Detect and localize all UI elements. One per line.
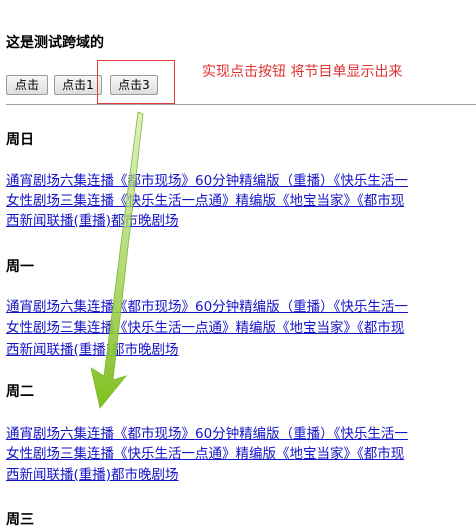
program-link[interactable]: 女性剧场三集连播《快乐生活一点通》精编版《地宝当家》《都市现 [6, 444, 476, 464]
click-1-button[interactable]: 点击1 [54, 75, 102, 95]
program-link[interactable]: 西新闻联播(重播)都市晚剧场 [6, 211, 476, 231]
page-heading: 这是测试跨域的 [6, 35, 104, 51]
program-link[interactable]: 女性剧场三集连播《快乐生活一点通》精编版《地宝当家》《都市现 [6, 191, 476, 211]
day-title-sunday: 周日 [6, 132, 34, 148]
page: 这是测试跨域的 点击 点击1 点击3 实现点击按钮 将节目单显示出来 周日 通宵… [0, 0, 476, 530]
program-link[interactable]: 女性剧场三集连播《快乐生活一点通》精编版《地宝当家》《都市现 [6, 318, 476, 338]
program-link[interactable]: 通宵剧场六集连播《都市现场》60分钟精编版（重播）《快乐生活一 [6, 171, 476, 191]
program-link[interactable]: 西新闻联播(重播)都市晚剧场 [6, 465, 476, 485]
click-button[interactable]: 点击 [6, 75, 48, 95]
program-link[interactable]: 通宵剧场六集连播《都市现场》60分钟精编版（重播）《快乐生活一 [6, 297, 476, 317]
program-link[interactable]: 通宵剧场六集连播《都市现场》60分钟精编版（重播）《快乐生活一 [6, 424, 476, 444]
annotation-text: 实现点击按钮 将节目单显示出来 [202, 64, 403, 80]
day-title-wednesday: 周三 [6, 512, 34, 528]
divider [6, 104, 476, 105]
day-title-tuesday: 周二 [6, 384, 34, 400]
annotation-highlight-box [97, 60, 175, 104]
program-link[interactable]: 西新闻联播(重播)都市晚剧场 [6, 340, 476, 360]
day-title-monday: 周一 [6, 259, 34, 275]
